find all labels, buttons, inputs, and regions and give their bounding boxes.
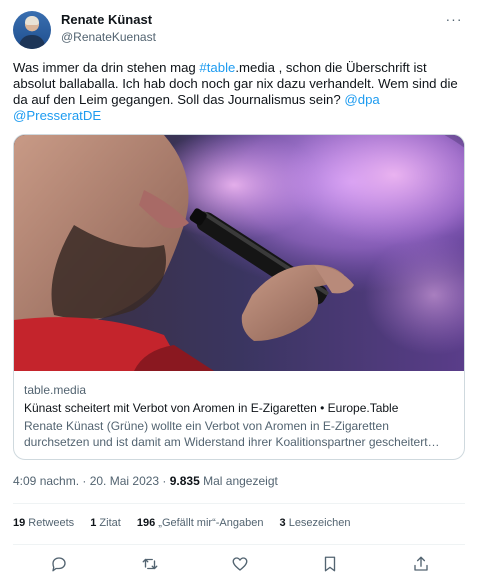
retweet-icon (142, 558, 158, 570)
user-handle[interactable]: @RenateKuenast (61, 30, 156, 44)
bookmark-icon (324, 556, 336, 572)
mention-link[interactable]: @dpa (344, 92, 379, 107)
likes-stat[interactable]: 196 „Gefällt mir“-Angaben (137, 517, 264, 529)
link-card[interactable]: table.media Künast scheitert mit Verbot … (13, 134, 465, 460)
divider (13, 544, 465, 545)
like-icon (232, 557, 248, 571)
action-bar (13, 552, 465, 576)
card-domain: table.media (24, 383, 87, 397)
card-description-line: durchsetzen und ist damit am Widerstand … (24, 435, 440, 449)
retweet-button[interactable] (138, 552, 162, 576)
retweets-label: Retweets (25, 517, 75, 529)
stats-row: 19 Retweets 1 Zitat 196 „Gefällt mir“-An… (13, 517, 363, 529)
divider (13, 503, 465, 504)
likes-count: 196 (136, 517, 156, 529)
card-meta: table.media Künast scheitert mit Verbot … (24, 383, 454, 450)
tweet-header: Renate Künast @RenateKuenast ··· (13, 11, 468, 49)
avatar[interactable] (13, 11, 51, 49)
more-options-button[interactable]: ··· (444, 11, 464, 27)
bookmark-button[interactable] (318, 552, 342, 576)
reply-icon (52, 557, 66, 572)
card-description: Renate Künast (Grüne) wollte ein Verbot … (24, 418, 454, 450)
retweets-count: 19 (13, 517, 26, 529)
avatar-shoulders (19, 35, 45, 49)
quotes-stat[interactable]: 1 Zitat (90, 517, 121, 529)
views-label: Mal angezeigt (199, 474, 278, 488)
card-description-line: Renate Künast (Grüne) wollte ein Verbot … (24, 419, 389, 433)
likes-label: „Gefällt mir“-Angaben (155, 517, 264, 529)
like-button[interactable] (228, 552, 252, 576)
avatar-hair (25, 16, 39, 25)
share-button[interactable] (409, 552, 433, 576)
reply-button[interactable] (47, 552, 71, 576)
vaping-photo (14, 135, 464, 371)
quotes-label: Zitat (96, 517, 121, 529)
timestamp-row: 4:09 nachm. · 20. Mai 2023 · 9.835 Mal a… (13, 474, 278, 488)
bookmarks-label: Lesezeichen (285, 517, 351, 529)
tweet-text-part: Was immer da drin stehen mag (13, 60, 200, 75)
card-image (14, 135, 464, 371)
tweet-text: Was immer da drin stehen mag #table.medi… (13, 60, 465, 124)
card-title: Künast scheitert mit Verbot von Aromen i… (24, 401, 399, 415)
retweets-stat[interactable]: 19 Retweets (13, 517, 74, 529)
bookmarks-stat[interactable]: 3 Lesezeichen (280, 517, 351, 529)
views-count: 9.835 (169, 474, 200, 488)
mention-link[interactable]: @PresseratDE (13, 108, 101, 123)
hashtag-link[interactable]: #table (199, 60, 235, 75)
display-name[interactable]: Renate Künast (61, 12, 152, 27)
share-icon (414, 556, 428, 571)
timestamp[interactable]: 4:09 nachm. · 20. Mai 2023 · (13, 474, 170, 488)
